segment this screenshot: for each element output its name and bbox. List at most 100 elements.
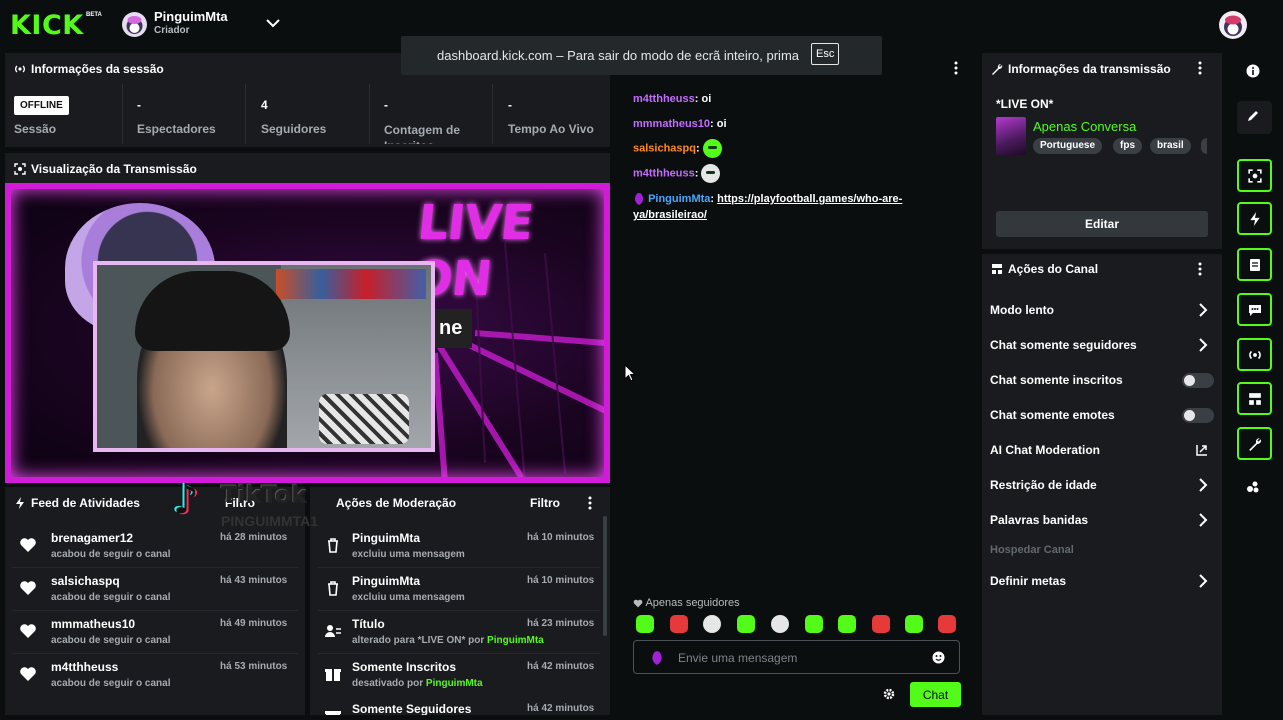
session-info-toggle[interactable] xyxy=(1237,338,1272,371)
info-button[interactable] xyxy=(1237,56,1272,89)
stat-session: Sessão xyxy=(14,84,114,144)
tag[interactable]: fps xyxy=(1113,138,1142,154)
feed-user[interactable]: m4tthheuss xyxy=(51,660,118,674)
chat-input[interactable] xyxy=(678,648,918,668)
chat-mode-notice: Apenas seguidores xyxy=(633,597,740,609)
feed-time: há 53 minutos xyxy=(220,661,288,672)
emote-icon[interactable] xyxy=(771,615,789,633)
edit-button[interactable]: Editar xyxy=(996,211,1208,237)
tag[interactable]: brasil xyxy=(1150,138,1191,154)
chat-message: PinguimMta: https://playfootball.games/w… xyxy=(633,191,953,223)
lightning-icon xyxy=(16,497,24,509)
channel-avatar[interactable] xyxy=(122,12,147,37)
activity-feed-toggle[interactable] xyxy=(1237,202,1272,235)
more-widgets-button[interactable] xyxy=(1237,472,1272,505)
more-options-icon[interactable] xyxy=(1198,61,1202,75)
chat-username[interactable]: salsichaspq xyxy=(633,142,696,154)
chat-separator: : xyxy=(710,118,717,130)
mouse-cursor xyxy=(624,364,636,382)
panel-title: Ações de Moderação xyxy=(336,496,457,510)
filter-button[interactable]: Filtro xyxy=(530,496,560,510)
emote-icon[interactable] xyxy=(805,615,823,633)
emote-icon[interactable] xyxy=(737,615,755,633)
tag-overflow xyxy=(1201,138,1207,154)
mod-time: há 42 minutos xyxy=(527,661,595,672)
more-options-icon[interactable] xyxy=(954,61,958,75)
chat-username[interactable]: PinguimMta xyxy=(648,193,710,205)
channel-name[interactable]: PinguimMta xyxy=(154,9,228,24)
layout-icon xyxy=(992,264,1002,274)
mod-action-user[interactable]: PinguimMta xyxy=(426,678,483,689)
stream-preview[interactable]: LIVE ON ne xyxy=(5,183,610,483)
chevron-right-icon xyxy=(1199,513,1208,527)
emote-icon[interactable] xyxy=(938,615,956,633)
scrollbar[interactable] xyxy=(603,516,607,636)
action-host-channel: Hospedar Canal xyxy=(982,536,1222,566)
emoji-icon[interactable] xyxy=(932,651,945,664)
action-slow-mode[interactable]: Modo lento xyxy=(982,295,1222,325)
emote-icon[interactable] xyxy=(872,615,890,633)
action-followers-only[interactable]: Chat somente seguidores xyxy=(982,330,1222,360)
gift-icon xyxy=(325,711,341,715)
divider xyxy=(122,84,123,144)
chat-toggle[interactable] xyxy=(1237,293,1272,326)
chat-username[interactable]: m4tthheuss xyxy=(633,93,695,105)
tiktok-handle: PINGUIMMTA1 xyxy=(221,513,318,529)
emote-icon xyxy=(701,164,721,183)
moderation-toggle[interactable] xyxy=(1237,248,1272,281)
tag[interactable]: Portuguese xyxy=(1033,138,1103,154)
action-ai-moderation[interactable]: AI Chat Moderation xyxy=(982,435,1222,465)
badge-icon xyxy=(635,193,643,206)
stat-subscribers: - Contagem de Inscritos xyxy=(384,84,484,144)
trash-icon xyxy=(328,581,338,596)
feed-user[interactable]: mmmatheus10 xyxy=(51,617,135,631)
action-age-restriction[interactable]: Restrição de idade xyxy=(982,470,1222,500)
emote-icon xyxy=(702,139,722,158)
category-thumbnail[interactable] xyxy=(996,117,1026,155)
stream-preview-toggle[interactable] xyxy=(1237,159,1272,192)
stream-category[interactable]: Apenas Conversa xyxy=(1033,119,1136,134)
action-label: Palavras banidas xyxy=(990,513,1089,527)
chat-username[interactable]: mmmatheus10 xyxy=(633,118,710,130)
feed-action: acabou de seguir o canal xyxy=(51,592,171,603)
action-emotes-only: Chat somente emotes xyxy=(982,400,1222,430)
list-item[interactable]: m4tthheuss acabou de seguir o canal há 5… xyxy=(5,660,305,703)
emote-icon[interactable] xyxy=(636,615,654,633)
chevron-down-icon[interactable] xyxy=(264,14,282,32)
chat-username[interactable]: m4tthheuss xyxy=(633,167,695,179)
emote-icon[interactable] xyxy=(838,615,856,633)
chat-input-box[interactable] xyxy=(633,640,960,674)
list-item[interactable]: Somente Seguidores há 42 minutos xyxy=(310,702,605,715)
gear-icon[interactable] xyxy=(883,688,895,700)
edit-layout-button[interactable] xyxy=(1237,101,1272,134)
chat-message: salsichaspq: xyxy=(633,139,722,158)
stream-info-toggle[interactable] xyxy=(1237,427,1272,460)
channel-actions-toggle[interactable] xyxy=(1237,382,1272,415)
toast-message: dashboard.kick.com – Para sair do modo d… xyxy=(437,48,800,63)
feed-user[interactable]: brenagamer12 xyxy=(51,531,133,545)
list-item[interactable]: Somente Inscritos desativado por Pinguim… xyxy=(310,660,605,703)
action-banned-words[interactable]: Palavras banidas xyxy=(982,505,1222,535)
send-chat-button[interactable]: Chat xyxy=(910,682,961,707)
emote-icon[interactable] xyxy=(670,615,688,633)
chat-separator: : xyxy=(694,167,702,180)
mod-action-user[interactable]: PinguimMta xyxy=(487,635,544,646)
kick-logo[interactable]: KICK xyxy=(10,10,84,41)
mod-time: há 23 minutos xyxy=(527,618,595,629)
mod-actor: PinguimMta xyxy=(352,531,420,545)
chat-link-line1: https://playfootball.games/who-are- xyxy=(717,193,903,205)
stat-viewers: - Espectadores xyxy=(137,84,237,144)
more-options-icon[interactable] xyxy=(1198,262,1202,276)
feed-user[interactable]: salsichaspq xyxy=(51,574,120,588)
subscribers-only-toggle[interactable] xyxy=(1182,373,1214,388)
emote-icon[interactable] xyxy=(703,615,721,633)
emote-icon[interactable] xyxy=(905,615,923,633)
action-set-goals[interactable]: Definir metas xyxy=(982,566,1222,596)
more-options-icon[interactable] xyxy=(588,496,592,510)
esc-key: Esc xyxy=(811,43,840,65)
chat-message: mmmatheus10: oi xyxy=(633,118,727,130)
mod-time: há 10 minutos xyxy=(527,575,595,586)
user-avatar[interactable] xyxy=(1219,11,1247,39)
emotes-only-toggle[interactable] xyxy=(1182,408,1214,423)
mod-time: há 42 minutos xyxy=(527,703,595,714)
